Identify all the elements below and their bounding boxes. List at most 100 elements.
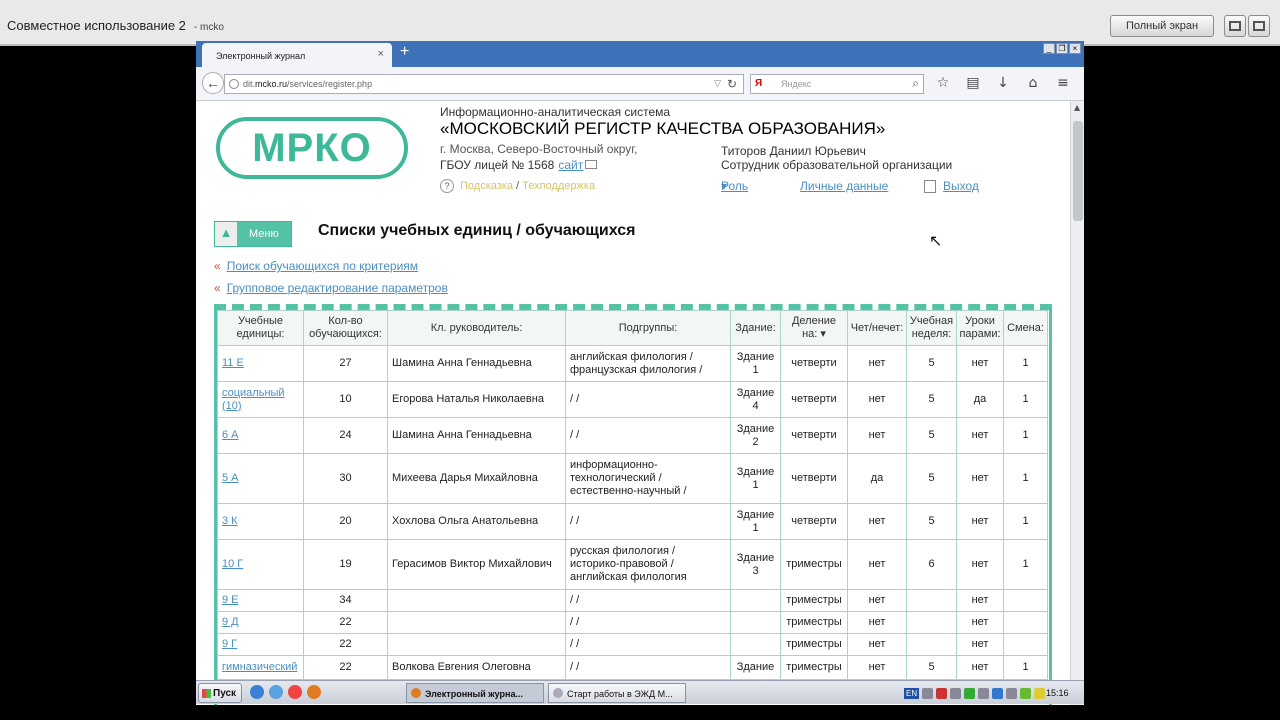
col-header-subgroups[interactable]: Подгруппы:	[565, 310, 731, 346]
col-header-evenodd[interactable]: Чет/нечет:	[847, 310, 907, 346]
page-title: Списки учебных единиц / обучающихся	[318, 222, 636, 239]
app-icon[interactable]	[269, 685, 283, 699]
close-tab-icon[interactable]: ×	[378, 48, 384, 60]
table-row: 10 Г 19 Герасимов Виктор Михайлович русская…	[217, 539, 1048, 590]
tray-icon[interactable]	[1006, 687, 1018, 699]
teacher-cell	[387, 611, 566, 634]
logout-link[interactable]: Выход	[943, 179, 979, 193]
ie-icon[interactable]	[250, 685, 264, 699]
dropdown-icon[interactable]: ▽	[714, 78, 721, 89]
browser-window: Электронный журнал × + _ ❐ × ← dit.mcko.r…	[196, 41, 1084, 705]
building-cell: Здание 1	[730, 345, 781, 382]
back-button[interactable]: ←	[202, 72, 224, 94]
mouse-cursor-icon: ↖	[929, 231, 943, 250]
unit-link: 11 Е	[217, 345, 304, 382]
session-title-bar: Совместное использование 2- mcko Полный …	[0, 0, 1280, 46]
chrome-icon[interactable]	[288, 685, 302, 699]
window-mode-icon[interactable]	[1248, 15, 1270, 37]
menu-button[interactable]: ▲ Меню	[214, 221, 292, 247]
unit-link[interactable]: 6 А	[222, 429, 239, 441]
col-header-units[interactable]: Учебные единицы:	[217, 310, 304, 346]
shift-cell: 1	[1003, 503, 1048, 540]
unit-link: 3 К	[217, 503, 304, 540]
pairs-cell: нет	[956, 611, 1004, 634]
tray-icon[interactable]	[978, 687, 990, 699]
org-region: г. Москва, Северо-Восточный округ,	[440, 142, 638, 156]
building-cell	[730, 589, 781, 612]
search-icon[interactable]: ⌕	[912, 76, 919, 91]
unit-link[interactable]: 9 Д	[222, 616, 239, 628]
evenodd-cell: нет	[847, 589, 907, 612]
url-bar[interactable]: dit.mcko.ru/services/register.php ▽ ↻	[224, 74, 744, 94]
units-table: Учебные единицы: Кол-во обучающихся: Кл.…	[217, 310, 1048, 680]
evenodd-cell: нет	[847, 417, 907, 454]
tray-icon[interactable]	[964, 687, 976, 699]
col-header-shift[interactable]: Смена:	[1003, 310, 1048, 346]
col-header-building[interactable]: Здание:	[730, 310, 781, 346]
org-site-link[interactable]: сайт	[558, 158, 583, 172]
tray-icon[interactable]	[992, 687, 1004, 699]
task-start-work[interactable]: Старт работы в ЭЖД М...	[548, 683, 686, 703]
search-students-link[interactable]: «Поиск обучающихся по критериям	[214, 259, 418, 273]
tray-icon[interactable]	[922, 687, 934, 699]
subgroups-cell: / /	[565, 589, 731, 612]
fullscreen-button[interactable]: Полный экран	[1110, 15, 1214, 37]
teacher-cell: Егорова Наталья Николаевна	[387, 381, 566, 418]
col-header-count[interactable]: Кол-во обучающихся:	[303, 310, 388, 346]
restore-icon[interactable]: ❐	[1056, 43, 1068, 54]
unit-link[interactable]: 3 К	[222, 515, 238, 527]
col-header-week[interactable]: Учебная неделя:	[906, 310, 957, 346]
personal-data-link[interactable]: Личные данные	[800, 179, 888, 193]
scroll-up-icon[interactable]: ▲	[1074, 103, 1080, 112]
new-tab-icon[interactable]: +	[400, 43, 409, 61]
download-icon[interactable]: ↓	[994, 75, 1012, 91]
table-row: 9 Г 22/ / триместры нет нет	[217, 633, 1048, 656]
unit-link[interactable]: 11 Е	[222, 357, 244, 369]
support-link[interactable]: Техподдержка	[522, 180, 595, 192]
unit-link[interactable]: социальный (10)	[222, 387, 285, 412]
bookmarks-icon[interactable]: ▤	[964, 75, 982, 91]
home-icon[interactable]: ⌂	[1024, 75, 1042, 91]
unit-link[interactable]: гимназический	[222, 661, 297, 673]
scrollbar-thumb[interactable]	[1073, 121, 1083, 221]
table-row: 5 А 30 Михеева Дарья Михайловна информацион…	[217, 453, 1048, 504]
menu-icon[interactable]: ≡	[1054, 75, 1072, 91]
bookmark-star-icon[interactable]: ☆	[934, 75, 952, 91]
firefox-task-icon	[411, 688, 421, 698]
tray-icon[interactable]	[1034, 687, 1046, 699]
close-window-icon[interactable]: ×	[1069, 43, 1081, 54]
col-header-pairs[interactable]: Уроки парами:	[956, 310, 1004, 346]
division-cell: четверти	[780, 453, 848, 504]
evenodd-cell: нет	[847, 381, 907, 418]
tray-icon[interactable]	[950, 687, 962, 699]
week-cell: 5	[906, 345, 957, 382]
start-button[interactable]: Пуск	[198, 683, 242, 703]
group-edit-link[interactable]: «Групповое редактирование параметров	[214, 281, 448, 295]
task-electronic-journal[interactable]: Электронный журна...	[406, 683, 544, 703]
minimize-icon[interactable]: _	[1043, 43, 1055, 54]
col-header-division[interactable]: Деление на: ▾	[780, 310, 848, 346]
col-header-teacher[interactable]: Кл. руководитель:	[387, 310, 566, 346]
unit-link[interactable]: 9 Е	[222, 594, 239, 606]
week-cell	[906, 633, 957, 656]
firefox-icon[interactable]	[307, 685, 321, 699]
unit-link[interactable]: 5 А	[222, 472, 239, 484]
role-menu[interactable]: Роль ▾	[721, 179, 748, 193]
search-input[interactable]: Я Яндекс ⌕	[750, 74, 924, 94]
hint-link[interactable]: Подсказка	[460, 180, 513, 192]
reload-icon[interactable]: ↻	[727, 77, 737, 91]
tray-icon[interactable]	[936, 687, 948, 699]
view-mode-icon[interactable]	[1224, 15, 1246, 37]
windows-logo-icon	[202, 689, 211, 698]
mrko-logo[interactable]: МРКО	[216, 117, 408, 179]
vertical-scrollbar[interactable]: ▲ ▼	[1070, 101, 1084, 705]
external-link-icon	[585, 160, 598, 169]
unit-link[interactable]: 9 Г	[222, 638, 237, 650]
unit-link[interactable]: 10 Г	[222, 558, 243, 570]
division-cell: триместры	[780, 633, 848, 656]
language-indicator[interactable]: EN	[904, 687, 920, 699]
tab-electronic-journal[interactable]: Электронный журнал ×	[202, 43, 392, 67]
org-name: ГБОУ лицей № 1568 сайт	[440, 158, 598, 172]
teacher-cell: Михеева Дарья Михайловна	[387, 453, 566, 504]
tray-icon[interactable]	[1020, 687, 1032, 699]
